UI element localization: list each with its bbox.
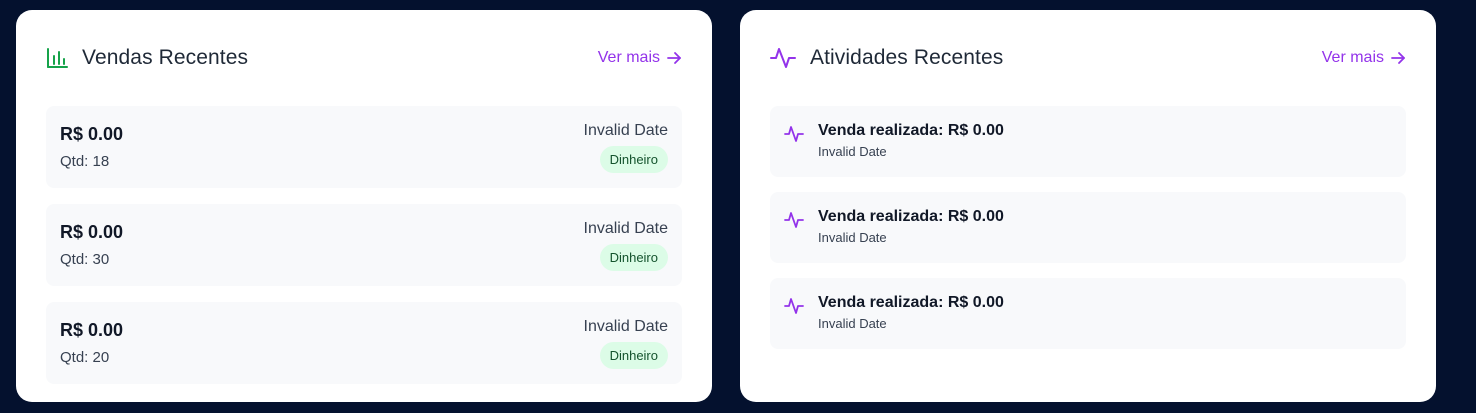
recent-sales-header: Vendas Recentes Ver mais [46,10,682,106]
activity-icon [784,124,804,144]
activity-icon [770,45,796,71]
recent-activity-card: Atividades Recentes Ver mais Venda reali… [740,10,1436,402]
sale-quantity: Qtd: 30 [60,251,110,268]
sale-amount: R$ 0.00 [60,222,124,242]
activity-row[interactable]: Venda realizada: R$ 0.00 Invalid Date [770,278,1406,349]
sales-see-more-link[interactable]: Ver mais [598,49,682,67]
sale-quantity: Qtd: 18 [60,153,110,170]
sale-amount: R$ 0.00 [60,124,124,144]
see-more-label[interactable]: Ver mais [598,49,660,67]
payment-method-badge: Dinheiro [599,145,668,173]
sale-date: Invalid Date [583,121,669,139]
see-more-label[interactable]: Ver mais [1322,49,1384,67]
sale-date: Invalid Date [583,317,669,335]
activity-title: Venda realizada: R$ 0.00 [818,294,1004,311]
recent-activity-title: Atividades Recentes [810,46,1004,69]
bar-chart-icon [46,47,68,69]
recent-sales-list: R$ 0.00 Qtd: 18 Invalid Date Dinheiro R$… [46,106,682,400]
sale-quantity: Qtd: 20 [60,349,110,366]
arrow-right-icon[interactable] [666,50,682,66]
sale-row[interactable]: R$ 0.00 Qtd: 30 Invalid Date Dinheiro [46,204,682,286]
activity-date: Invalid Date [818,316,887,331]
activity-title: Venda realizada: R$ 0.00 [818,122,1004,139]
activity-icon [784,296,804,316]
activity-row[interactable]: Venda realizada: R$ 0.00 Invalid Date [770,106,1406,177]
sale-row[interactable]: R$ 0.00 Qtd: 20 Invalid Date Dinheiro [46,302,682,384]
activity-title: Venda realizada: R$ 0.00 [818,208,1004,225]
activity-row[interactable]: Venda realizada: R$ 0.00 Invalid Date [770,192,1406,263]
activity-date: Invalid Date [818,230,887,245]
recent-sales-card: Vendas Recentes Ver mais R$ 0.00 Qtd: 18… [16,10,712,402]
sale-amount: R$ 0.00 [60,320,124,340]
activity-see-more-link[interactable]: Ver mais [1322,49,1406,67]
activity-icon [784,210,804,230]
sale-row[interactable]: R$ 0.00 Qtd: 18 Invalid Date Dinheiro [46,106,682,188]
arrow-right-icon[interactable] [1390,50,1406,66]
activity-date: Invalid Date [818,144,887,159]
payment-method-badge: Dinheiro [599,243,668,271]
recent-sales-title: Vendas Recentes [82,46,249,69]
sale-date: Invalid Date [583,219,669,237]
recent-activity-list: Venda realizada: R$ 0.00 Invalid Date Ve… [770,106,1406,364]
payment-method-badge: Dinheiro [599,341,668,369]
recent-activity-header: Atividades Recentes Ver mais [770,10,1406,106]
